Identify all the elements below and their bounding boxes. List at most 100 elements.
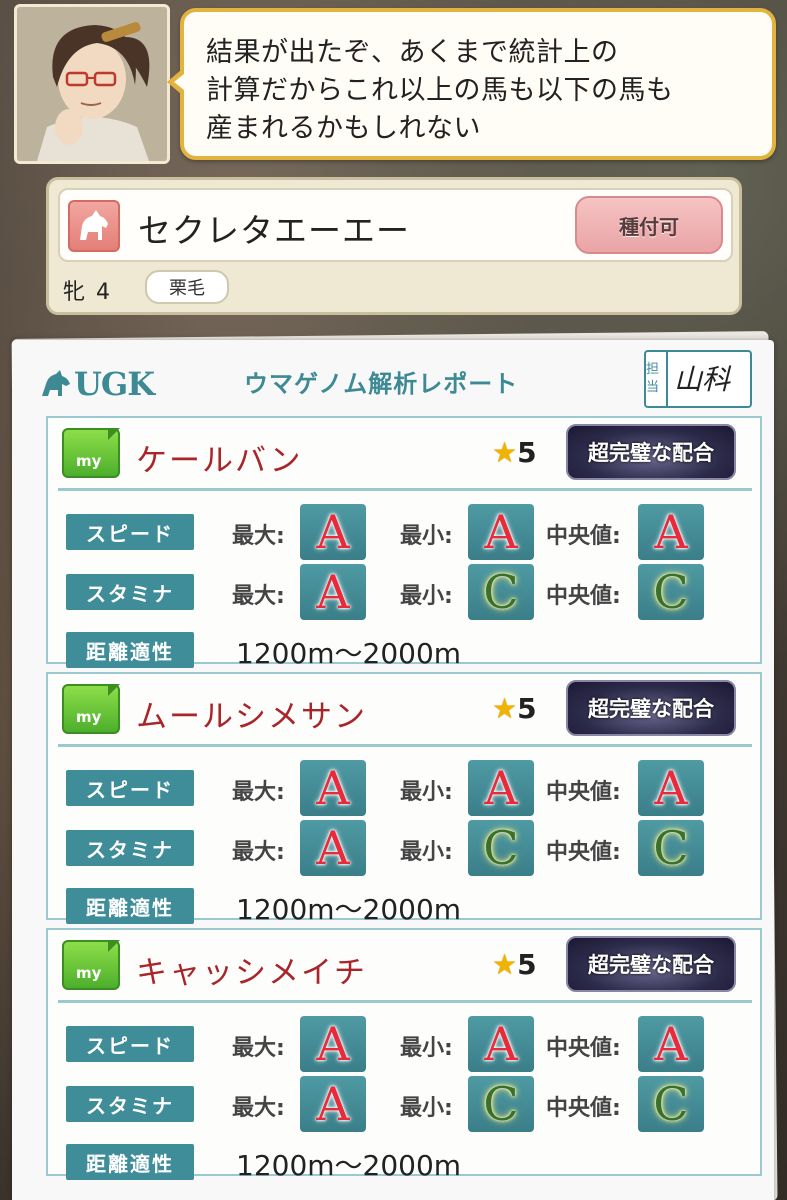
- horse-logo-icon: [42, 370, 70, 396]
- stamina-min-grade: C: [468, 820, 534, 876]
- stamina-label: スタミナ: [66, 574, 194, 610]
- divider: [58, 1000, 752, 1003]
- sire-block-1: my ケールバン ★5 超完璧な配合 スピード 最大: A 最小: A 中央値:…: [46, 416, 762, 670]
- dialog-text: 結果が出たぞ、あくまで統計上の 計算だからこれ以上の馬も以下の馬も 産まれるかも…: [206, 37, 674, 144]
- ugk-text: UGK: [74, 365, 155, 403]
- speed-max-grade: A: [300, 504, 366, 560]
- match-rating-badge: 超完璧な配合: [566, 680, 736, 736]
- speed-max-grade: A: [300, 1016, 366, 1072]
- staff-stamp: 担当 山科: [644, 350, 752, 408]
- stamina-min-grade: C: [468, 564, 534, 620]
- max-label: 最大:: [232, 1036, 285, 1061]
- my-icon: my: [62, 940, 120, 990]
- stamina-max-grade: A: [300, 820, 366, 876]
- horse-name-row: セクレタエーエー 種付可: [58, 188, 733, 262]
- star-icon: ★: [492, 436, 518, 469]
- min-label: 最小:: [400, 1036, 453, 1061]
- max-label: 最大:: [232, 780, 285, 805]
- distance-label: 距離適性: [66, 888, 194, 924]
- stamp-signature: 山科: [674, 363, 731, 396]
- coat-badge: 栗毛: [145, 270, 229, 304]
- divider: [58, 744, 752, 747]
- stamina-row: スタミナ 最大: A 最小: C 中央値: C: [48, 564, 760, 620]
- stamina-label: スタミナ: [66, 830, 194, 866]
- sire-name: キャッシメイチ: [136, 955, 367, 991]
- min-label: 最小:: [400, 780, 453, 805]
- star-icon: ★: [492, 948, 518, 981]
- star-rating: ★5: [492, 948, 537, 981]
- dialog: 結果が出たぞ、あくまで統計上の 計算だからこれ以上の馬も以下の馬も 産まれるかも…: [12, 2, 782, 167]
- speed-median-grade: A: [638, 504, 704, 560]
- sire-header: my キャッシメイチ ★5 超完璧な配合: [48, 930, 760, 1000]
- stamina-median-grade: C: [638, 564, 704, 620]
- speed-row: スピード 最大: A 最小: A 中央値: A: [48, 760, 760, 816]
- sire-header: my ムールシメサン ★5 超完璧な配合: [48, 674, 760, 744]
- median-label: 中央値:: [546, 1096, 621, 1121]
- distance-value: 1200m〜2000m: [236, 637, 462, 670]
- sire-header: my ケールバン ★5 超完璧な配合: [48, 418, 760, 488]
- max-label: 最大:: [232, 840, 285, 865]
- match-rating-badge: 超完璧な配合: [566, 424, 736, 480]
- star-icon: ★: [492, 692, 518, 725]
- stamina-label: スタミナ: [66, 1086, 194, 1122]
- sire-block-3: my キャッシメイチ ★5 超完璧な配合 スピード 最大: A 最小: A 中央…: [46, 928, 762, 1182]
- star-rating: ★5: [492, 692, 537, 725]
- stamina-median-grade: C: [638, 1076, 704, 1132]
- breed-ok-button[interactable]: 種付可: [575, 196, 723, 254]
- stamp-label: 担当: [646, 352, 668, 406]
- stamina-max-grade: A: [300, 1076, 366, 1132]
- my-icon: my: [62, 428, 120, 478]
- min-label: 最小:: [400, 840, 453, 865]
- min-label: 最小:: [400, 584, 453, 609]
- speed-label: スピード: [66, 1026, 194, 1062]
- speed-median-grade: A: [638, 1016, 704, 1072]
- speed-label: スピード: [66, 770, 194, 806]
- speed-label: スピード: [66, 514, 194, 550]
- character-portrait: [14, 4, 170, 164]
- sire-name: ムールシメサン: [136, 699, 367, 735]
- distance-value: 1200m〜2000m: [236, 893, 462, 926]
- median-label: 中央値:: [546, 524, 621, 549]
- ugk-logo: UGK: [40, 362, 155, 406]
- median-label: 中央値:: [546, 1036, 621, 1061]
- distance-row: 距離適性 1200m〜2000m: [48, 878, 760, 934]
- stamina-row: スタミナ 最大: A 最小: C 中央値: C: [48, 820, 760, 876]
- speed-min-grade: A: [468, 504, 534, 560]
- horse-icon: [68, 200, 120, 252]
- sire-block-2: my ムールシメサン ★5 超完璧な配合 スピード 最大: A 最小: A 中央…: [46, 672, 762, 926]
- median-label: 中央値:: [546, 584, 621, 609]
- my-icon: my: [62, 684, 120, 734]
- speed-min-grade: A: [468, 1016, 534, 1072]
- distance-row: 距離適性 1200m〜2000m: [48, 1134, 760, 1190]
- speed-row: スピード 最大: A 最小: A 中央値: A: [48, 1016, 760, 1072]
- stamina-median-grade: C: [638, 820, 704, 876]
- sex-age: 牝 4: [63, 280, 112, 305]
- report-title: ウマゲノム解析レポート: [244, 370, 519, 398]
- min-label: 最小:: [400, 524, 453, 549]
- stamina-row: スタミナ 最大: A 最小: C 中央値: C: [48, 1076, 760, 1132]
- stamina-min-grade: C: [468, 1076, 534, 1132]
- max-label: 最大:: [232, 584, 285, 609]
- speech-bubble: 結果が出たぞ、あくまで統計上の 計算だからこれ以上の馬も以下の馬も 産まれるかも…: [167, 8, 776, 160]
- stamina-max-grade: A: [300, 564, 366, 620]
- speed-row: スピード 最大: A 最小: A 中央値: A: [48, 504, 760, 560]
- min-label: 最小:: [400, 1096, 453, 1121]
- speed-min-grade: A: [468, 760, 534, 816]
- horse-card: セクレタエーエー 種付可 牝 4 栗毛: [46, 177, 742, 315]
- divider: [58, 488, 752, 491]
- distance-label: 距離適性: [66, 632, 194, 668]
- max-label: 最大:: [232, 524, 285, 549]
- median-label: 中央値:: [546, 780, 621, 805]
- distance-label: 距離適性: [66, 1144, 194, 1180]
- speed-max-grade: A: [300, 760, 366, 816]
- match-rating-badge: 超完璧な配合: [566, 936, 736, 992]
- sire-name: ケールバン: [136, 443, 303, 479]
- distance-row: 距離適性 1200m〜2000m: [48, 622, 760, 678]
- report-sheet: UGK ウマゲノム解析レポート 担当 山科 my ケールバン ★5 超完璧な配合…: [12, 340, 774, 1200]
- max-label: 最大:: [232, 1096, 285, 1121]
- horse-name: セクレタエーエー: [138, 211, 410, 250]
- star-rating: ★5: [492, 436, 537, 469]
- median-label: 中央値:: [546, 840, 621, 865]
- speed-median-grade: A: [638, 760, 704, 816]
- distance-value: 1200m〜2000m: [236, 1149, 462, 1182]
